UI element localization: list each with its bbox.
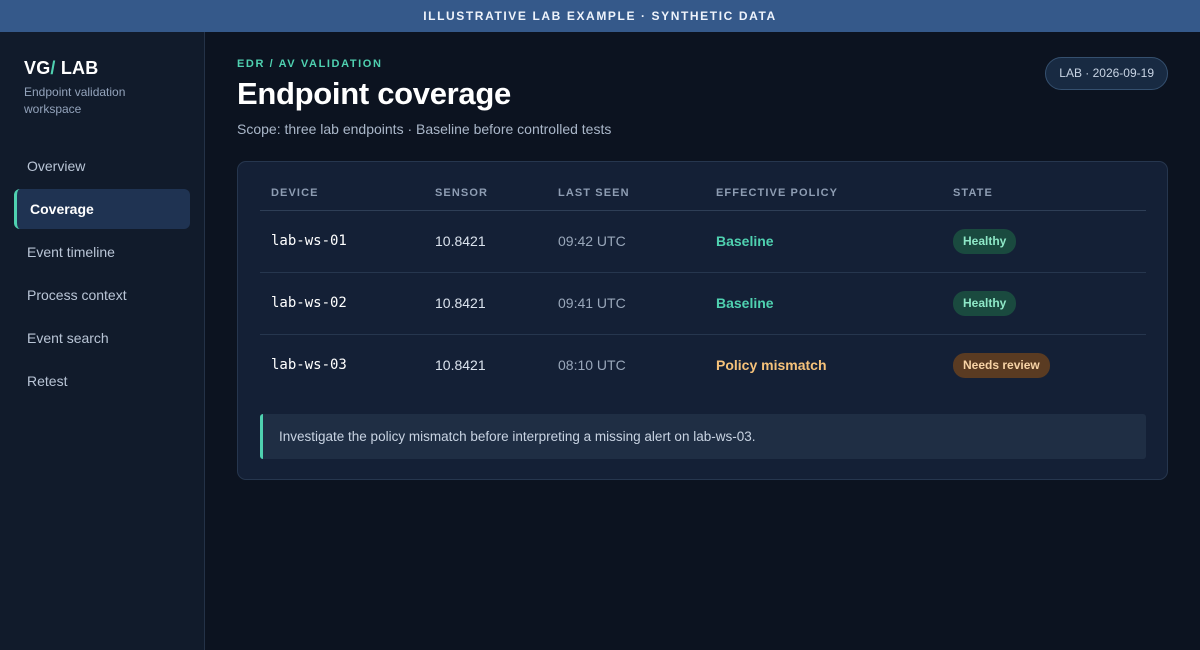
sidebar-item-retest[interactable]: Retest bbox=[14, 361, 190, 401]
state-cell: Healthy bbox=[942, 210, 1146, 273]
column-header-effective-policy: EFFECTIVE POLICY bbox=[705, 176, 942, 211]
sensor-cell: 10.8421 bbox=[424, 272, 547, 335]
device-cell: lab-ws-01 bbox=[260, 210, 424, 273]
policy-cell: Baseline bbox=[705, 210, 942, 273]
column-header-state: STATE bbox=[942, 176, 1146, 211]
brand-logo: VG/ LAB bbox=[24, 58, 98, 79]
policy-cell: Policy mismatch bbox=[716, 357, 827, 374]
main-content: EDR / AV VALIDATION Endpoint coverage Sc… bbox=[237, 32, 1168, 650]
brand-rest: LAB bbox=[55, 58, 99, 78]
last-seen-cell: 09:42 UTC bbox=[547, 210, 705, 273]
last-seen-cell: 08:10 UTC bbox=[558, 357, 626, 374]
table-row[interactable]: lab-ws-03 10.8421 08:10 UTC Policy misma… bbox=[260, 334, 1146, 396]
state-cell: Healthy bbox=[942, 272, 1146, 335]
investigation-note: Investigate the policy mismatch before i… bbox=[260, 414, 1146, 459]
status-badge: Healthy bbox=[953, 228, 1017, 254]
lab-date-badge: LAB · 2026-09-19 bbox=[1045, 57, 1168, 90]
last-seen-cell: 09:41 UTC bbox=[547, 272, 705, 335]
brand-subtitle: Endpoint validation workspace bbox=[24, 85, 126, 116]
device-cell: lab-ws-02 bbox=[260, 272, 424, 335]
status-badge: Needs review bbox=[953, 352, 1050, 378]
brand-main: VG bbox=[24, 58, 51, 78]
coverage-card: DEVICE SENSOR LAST SEEN EFFECTIVE POLICY… bbox=[237, 161, 1168, 480]
policy-cell: Baseline bbox=[705, 272, 942, 335]
column-header-last-seen: LAST SEEN bbox=[547, 176, 705, 211]
sensor-cell: 10.8421 bbox=[424, 210, 547, 273]
sidebar-item-process-context[interactable]: Process context bbox=[14, 275, 190, 315]
sensor-cell: 10.8421 bbox=[435, 357, 486, 374]
status-badge: Healthy bbox=[953, 290, 1017, 316]
state-cell: Needs review bbox=[942, 334, 1146, 396]
sidebar-item-overview[interactable]: Overview bbox=[14, 146, 190, 186]
section-eyebrow: EDR / AV VALIDATION bbox=[237, 58, 383, 70]
sidebar-item-coverage[interactable]: Coverage bbox=[14, 189, 190, 229]
table-header-row: DEVICE SENSOR LAST SEEN EFFECTIVE POLICY… bbox=[260, 176, 1146, 211]
column-header-sensor: SENSOR bbox=[424, 176, 547, 211]
table-row[interactable]: lab-ws-02 10.8421 09:41 UTC Baseline Hea… bbox=[260, 272, 1146, 335]
table-row[interactable]: lab-ws-01 10.8421 09:42 UTC Baseline Hea… bbox=[260, 210, 1146, 273]
scope-text: Scope: three lab endpoints · Baseline be… bbox=[237, 121, 612, 137]
sidebar-nav: Overview Coverage Event timeline Process… bbox=[14, 146, 190, 404]
synthetic-data-banner: ILLUSTRATIVE LAB EXAMPLE · SYNTHETIC DAT… bbox=[0, 0, 1200, 32]
sidebar-item-event-search[interactable]: Event search bbox=[14, 318, 190, 358]
coverage-table: DEVICE SENSOR LAST SEEN EFFECTIVE POLICY… bbox=[260, 176, 1146, 396]
device-cell: lab-ws-03 bbox=[271, 357, 347, 374]
sidebar: VG/ LAB Endpoint validation workspace Ov… bbox=[0, 32, 205, 650]
sidebar-item-event-timeline[interactable]: Event timeline bbox=[14, 232, 190, 272]
page-title: Endpoint coverage bbox=[237, 76, 511, 111]
column-header-device: DEVICE bbox=[260, 176, 424, 211]
